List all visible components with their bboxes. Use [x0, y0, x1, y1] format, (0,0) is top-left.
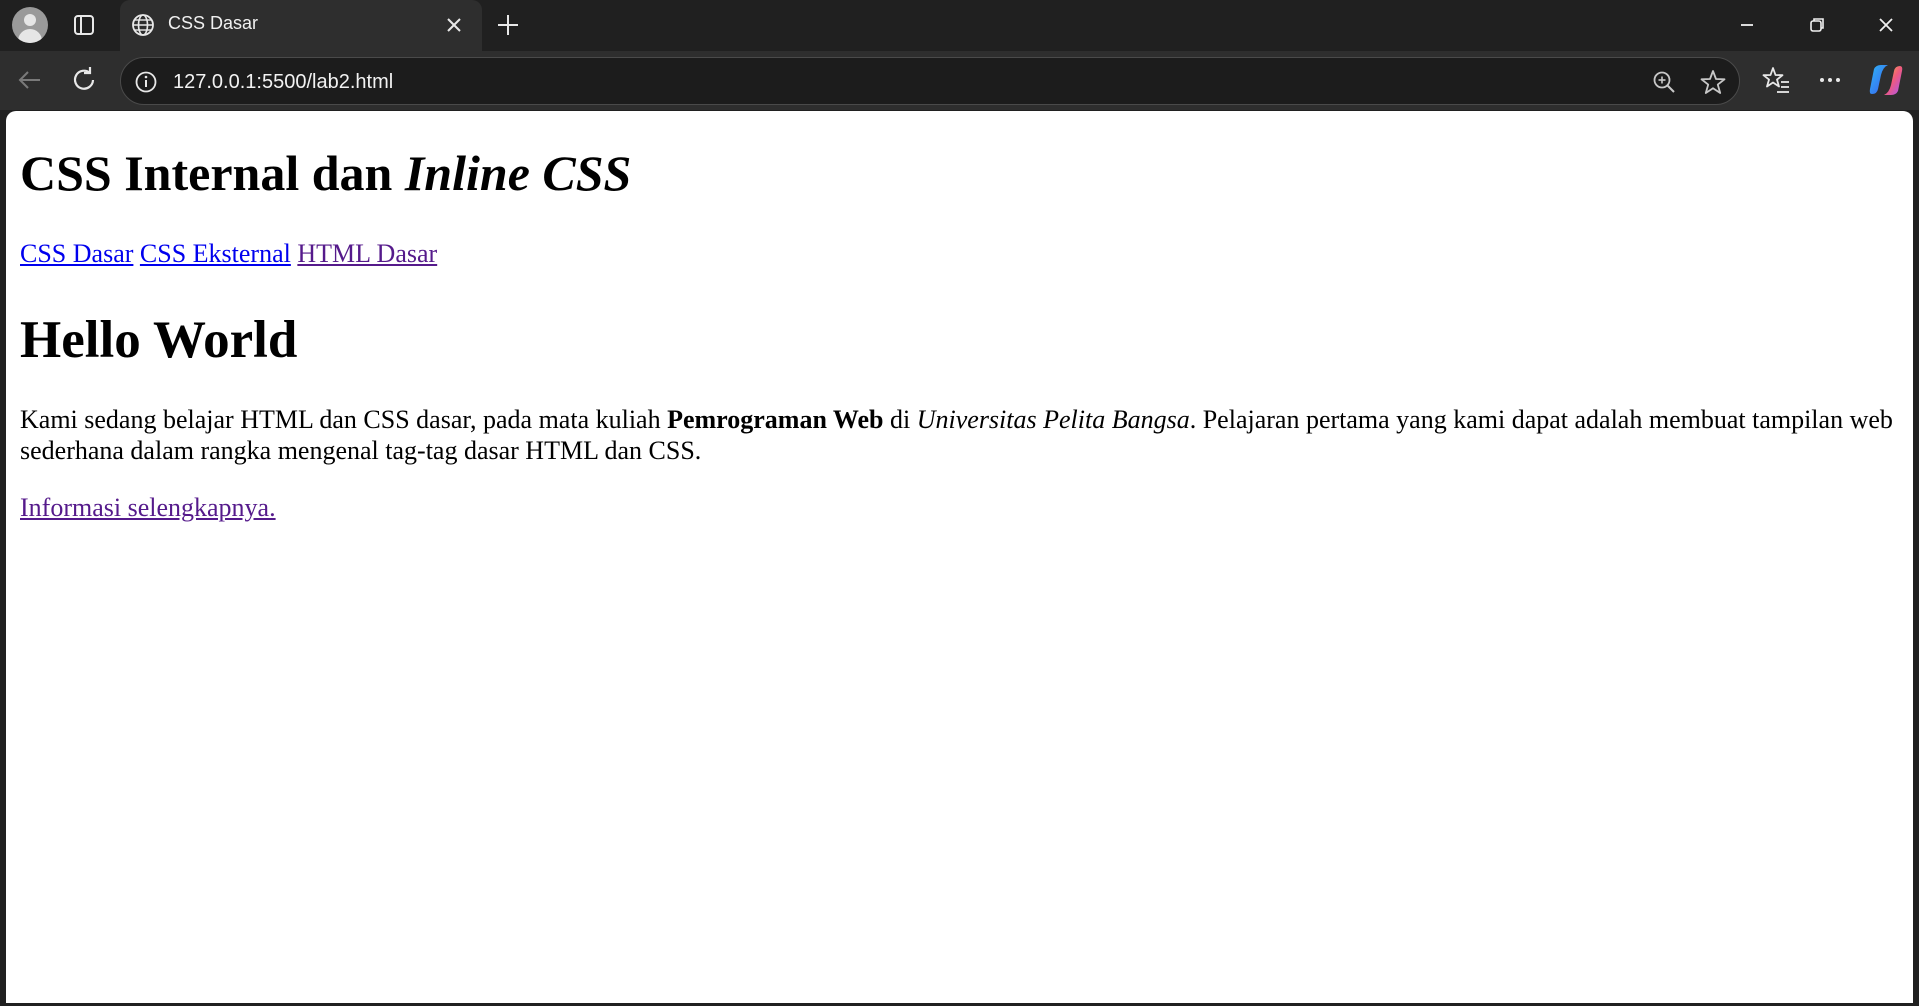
description-part1: Kami sedang belajar HTML dan CSS dasar, …	[20, 405, 668, 434]
nav-link-html-dasar[interactable]: HTML Dasar	[297, 239, 437, 268]
nav-links: CSS Dasar CSS Eksternal HTML Dasar	[20, 241, 437, 267]
globe-icon	[130, 12, 156, 38]
copilot-icon[interactable]	[1868, 63, 1904, 97]
reload-icon[interactable]	[68, 64, 100, 96]
new-tab-icon[interactable]	[492, 9, 524, 41]
close-window-icon[interactable]	[1869, 8, 1903, 42]
course-name: Pemrograman Web	[667, 405, 884, 434]
profile-avatar-icon[interactable]	[12, 7, 48, 43]
close-tab-icon[interactable]	[442, 13, 466, 37]
more-info: Informasi selengkapnya.	[20, 495, 276, 521]
tab-title: CSS Dasar	[168, 13, 259, 33]
back-arrow-icon[interactable]	[14, 64, 46, 96]
page-title: CSS Internal dan Inline CSS	[20, 148, 631, 198]
more-info-link[interactable]: Informasi selengkapnya.	[20, 493, 276, 522]
tab-actions-icon[interactable]	[70, 11, 98, 39]
tab-css-dasar[interactable]: CSS Dasar	[120, 0, 482, 51]
university-name: Universitas Pelita Bangsa	[916, 405, 1190, 434]
favorites-icon[interactable]	[1760, 64, 1792, 96]
address-bar[interactable]: 127.0.0.1:5500/lab2.html	[120, 57, 1740, 105]
description-part2: di	[883, 405, 917, 434]
nav-link-css-eksternal[interactable]: CSS Eksternal	[140, 239, 291, 268]
favorite-star-icon[interactable]	[1699, 68, 1727, 96]
page-title-italic: Inline CSS	[404, 145, 632, 201]
more-options-icon[interactable]	[1814, 64, 1846, 96]
hello-heading: Hello World	[20, 311, 298, 369]
tab-strip: CSS Dasar	[0, 0, 1919, 51]
restore-icon[interactable]	[1800, 8, 1834, 42]
url-text[interactable]: 127.0.0.1:5500/lab2.html	[173, 71, 393, 94]
minimize-icon[interactable]	[1730, 8, 1764, 42]
description-paragraph: Kami sedang belajar HTML dan CSS dasar, …	[20, 404, 1900, 466]
page-title-normal: CSS Internal dan	[20, 145, 405, 201]
page-viewport: CSS Internal dan Inline CSS CSS Dasar CS…	[6, 111, 1913, 1003]
site-info-icon[interactable]	[133, 69, 159, 95]
nav-link-css-dasar[interactable]: CSS Dasar	[20, 239, 133, 268]
zoom-icon[interactable]	[1651, 69, 1677, 95]
